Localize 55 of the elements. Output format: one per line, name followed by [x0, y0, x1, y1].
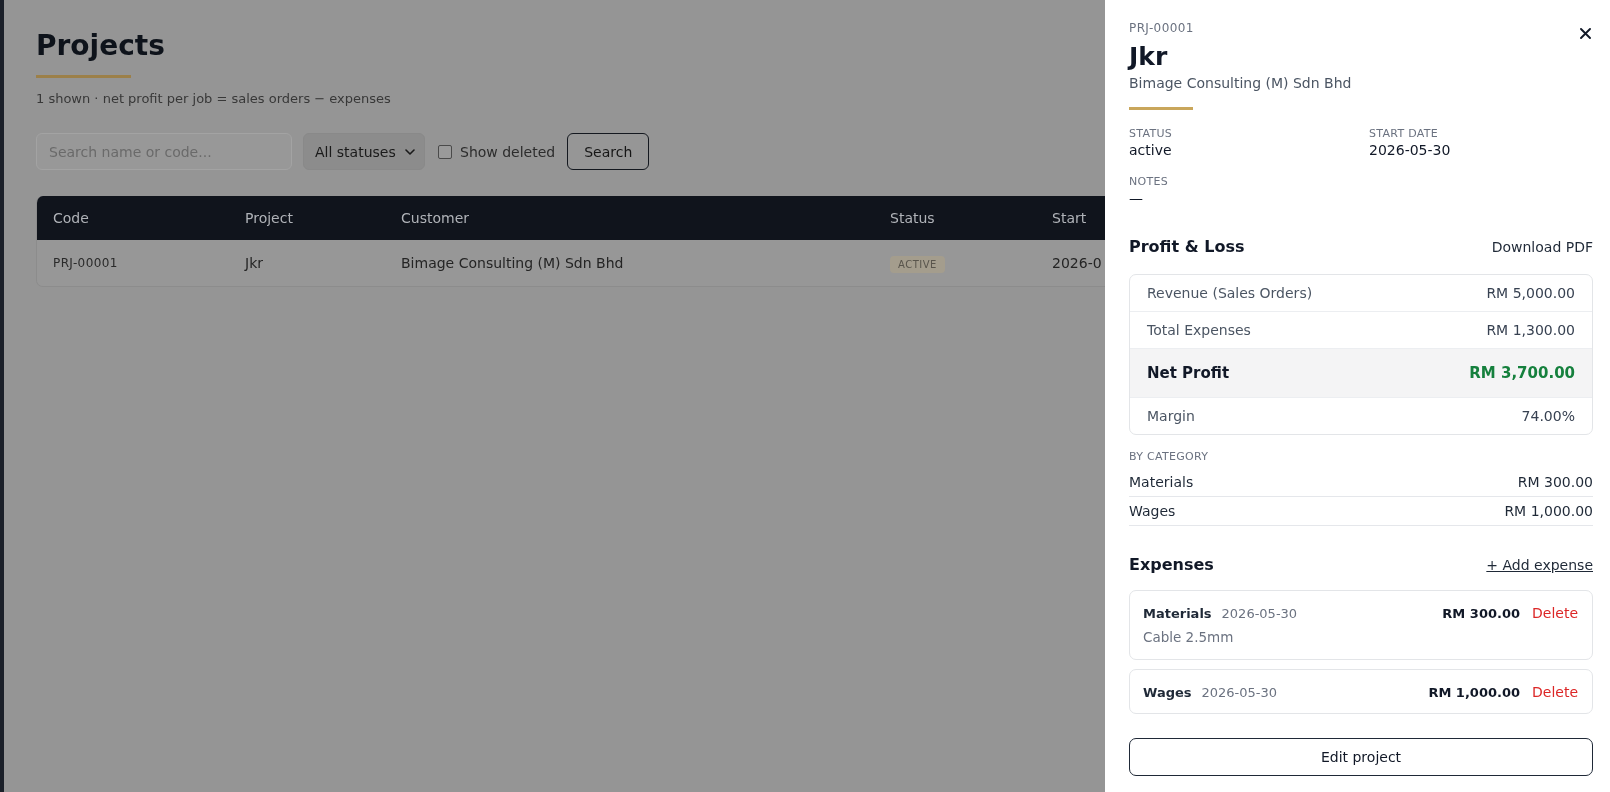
expense-date: 2026-05-30 — [1201, 684, 1278, 700]
chevron-down-icon — [405, 148, 415, 155]
expense-category: Materials — [1143, 605, 1212, 621]
field-value: active — [1129, 141, 1172, 159]
add-expense-link[interactable]: + Add expense — [1486, 555, 1593, 575]
summary-value: RM 3,700.00 — [1469, 364, 1575, 382]
column-header: Start — [1052, 210, 1087, 226]
column-header: Code — [53, 210, 89, 226]
expense-category: Wages — [1143, 684, 1192, 700]
status-badge: ACTIVE — [890, 256, 945, 273]
summary-value: 74.00% — [1521, 408, 1575, 424]
column-header: Status — [890, 210, 935, 226]
delete-link[interactable]: Delete — [1532, 684, 1578, 700]
close-icon[interactable] — [1580, 28, 1591, 39]
project-code: PRJ-00001 — [1129, 20, 1194, 36]
table-cell: Bimage Consulting (M) Sdn Bhd — [401, 255, 624, 271]
show-deleted-checkbox[interactable] — [438, 144, 452, 159]
column-header: Customer — [401, 210, 469, 226]
section-title: Profit & Loss — [1129, 236, 1245, 258]
table-cell: Jkr — [245, 255, 263, 271]
section-title: Expenses — [1129, 554, 1214, 576]
section-label: BY CATEGORY — [1129, 450, 1209, 464]
field-label: STATUS — [1129, 127, 1173, 141]
field-value: 2026-05-30 — [1369, 141, 1451, 159]
edit-project-button[interactable]: Edit project — [1129, 738, 1593, 776]
table-cell: 2026-0 — [1052, 255, 1102, 271]
field-value: — — [1129, 189, 1143, 207]
expense-date: 2026-05-30 — [1221, 605, 1298, 621]
page-title: Projects — [36, 28, 165, 64]
page-subtitle: 1 shown · net profit per job = sales orders − expenses — [36, 90, 391, 108]
customer-name: Bimage Consulting (M) Sdn Bhd — [1129, 74, 1352, 92]
column-header: Project — [245, 210, 293, 226]
field-label: START DATE — [1369, 127, 1439, 141]
expense-note: Cable 2.5mm — [1143, 628, 1234, 647]
summary-label: Margin — [1147, 408, 1195, 424]
category-amount: RM 300.00 — [1517, 473, 1593, 491]
delete-link[interactable]: Delete — [1532, 605, 1578, 621]
title-accent-line — [1129, 107, 1193, 110]
summary-label: Revenue (Sales Orders) — [1147, 285, 1313, 301]
status-select[interactable]: All statuses — [303, 133, 425, 170]
table-cell: PRJ-00001 — [53, 256, 118, 270]
category-name: Materials — [1129, 473, 1194, 491]
summary-label: Total Expenses — [1147, 322, 1251, 338]
field-label: NOTES — [1129, 175, 1169, 189]
expense-amount: RM 1,000.00 — [1428, 684, 1520, 700]
project-title: Jkr — [1129, 41, 1168, 73]
summary-value: RM 1,300.00 — [1486, 322, 1575, 338]
summary-label: Net Profit — [1147, 364, 1230, 382]
expense-amount: RM 300.00 — [1442, 605, 1520, 621]
download-pdf-link[interactable]: Download PDF — [1491, 237, 1593, 257]
checkbox-label: Show deleted — [460, 143, 556, 160]
category-name: Wages — [1129, 502, 1176, 520]
summary-value: RM 5,000.00 — [1486, 285, 1575, 301]
search-button[interactable]: Search — [567, 133, 650, 170]
category-amount: RM 1,000.00 — [1504, 502, 1593, 520]
